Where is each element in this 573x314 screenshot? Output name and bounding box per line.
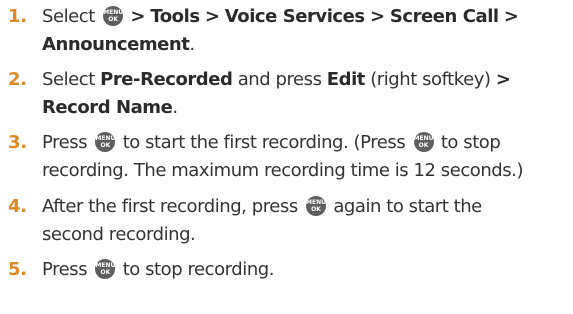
step-number: 5. [8, 259, 27, 280]
step-line: Press MENU OK to stop recording. [42, 256, 569, 284]
step-line: Select MENU OK > Tools > Voice Services >… [42, 3, 569, 31]
step-line: second recording. [42, 224, 196, 245]
path-separator: > [204, 6, 220, 27]
step-text-fragment: to stop recording. [122, 259, 275, 280]
step-text-fragment: and press [237, 69, 322, 90]
step-text-fragment: to start the first recording. (Press [122, 132, 406, 153]
step-3: 3. Press MENU OK to start the first recor… [0, 129, 573, 185]
path-separator: > [503, 6, 519, 27]
path-separator: > [130, 6, 146, 27]
step-text: Press MENU OK to stop recording. [42, 256, 569, 284]
step-2: 2. Select Pre-Recorded and press Edit (r… [0, 66, 573, 122]
step-verb: Select [42, 6, 95, 27]
step-text: Select MENU OK > Tools > Voice Services >… [42, 3, 569, 59]
step-number: 1. [8, 6, 27, 27]
option-pre-recorded: Pre-Recorded [100, 69, 233, 90]
step-line: Announcement. [42, 31, 569, 59]
step-4: 4. After the first recording, press MENU… [0, 193, 573, 249]
menu-path-screen-call: Screen Call [389, 6, 499, 27]
path-separator: > [369, 6, 385, 27]
step-line: Record Name. [42, 94, 569, 122]
period: . [172, 97, 178, 118]
step-5: 5. Press MENU OK to stop recording. [0, 256, 573, 284]
step-1: 1. Select MENU OK > Tools > Voice Service… [0, 3, 573, 59]
step-number: 4. [8, 196, 27, 217]
step-verb: Press [42, 259, 88, 280]
step-line: recording. The maximum recording time is… [42, 160, 524, 181]
softkey-edit: Edit [326, 69, 366, 90]
menu-path-tools: Tools [150, 6, 200, 27]
step-text: After the first recording, press MENU OK … [42, 193, 569, 249]
path-separator: > [495, 69, 511, 90]
step-verb: Press [42, 132, 88, 153]
step-text: Press MENU OK to start the first recordin… [42, 129, 569, 185]
step-text: Select Pre-Recorded and press Edit (righ… [42, 66, 569, 122]
menu-path-record-name: Record Name [42, 97, 173, 118]
period: . [189, 34, 195, 55]
step-verb: Select [42, 69, 95, 90]
menu-path-voice-services: Voice Services [224, 6, 365, 27]
menu-ok-key-icon: MENU OK [103, 6, 124, 26]
step-text-fragment: After the first recording, press [42, 196, 298, 217]
step-number: 3. [8, 132, 27, 153]
step-line: Press MENU OK to start the first recordin… [42, 129, 569, 157]
step-text-fragment: again to start the [333, 196, 482, 217]
menu-ok-key-icon: MENU OK [95, 132, 116, 152]
step-line: Select Pre-Recorded and press Edit (righ… [42, 66, 569, 94]
menu-path-announcement: Announcement [42, 34, 190, 55]
instruction-list: 1. Select MENU OK > Tools > Voice Service… [0, 0, 573, 314]
step-number: 2. [8, 69, 27, 90]
menu-ok-key-icon: MENU OK [95, 259, 116, 279]
menu-ok-key-icon: MENU OK [413, 132, 434, 152]
step-text-fragment: to stop [440, 132, 501, 153]
step-line: After the first recording, press MENU OK … [42, 193, 569, 221]
menu-ok-key-icon: MENU OK [306, 196, 327, 216]
softkey-note: (right softkey) [370, 69, 491, 90]
